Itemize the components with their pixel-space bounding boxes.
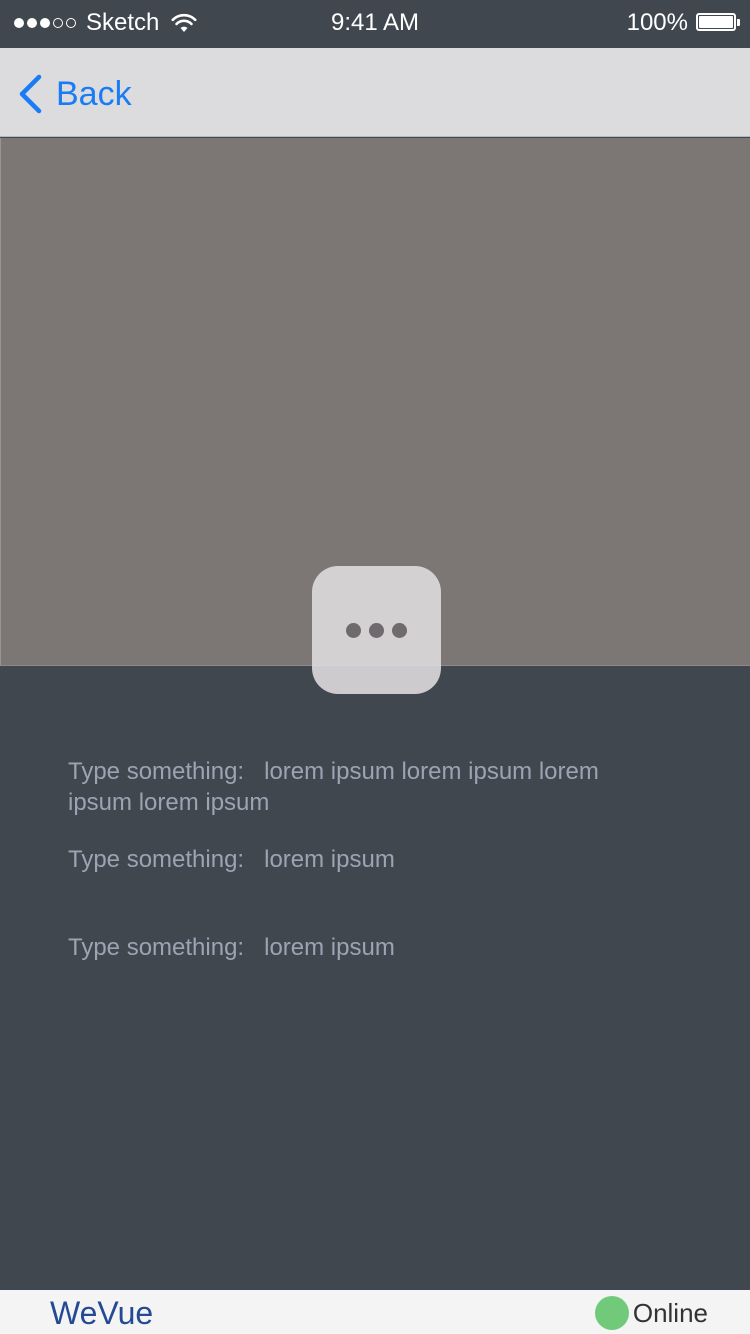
battery-percent: 100% xyxy=(626,9,688,36)
battery-tip xyxy=(737,19,740,26)
battery-fill xyxy=(699,16,733,28)
status-bar: Sketch 9:41 AM 100% xyxy=(0,0,750,48)
online-label: Online xyxy=(632,1298,708,1328)
online-status: Online xyxy=(594,1296,708,1330)
detail-row: Type something: lorem ipsum xyxy=(68,844,668,875)
navigation-bar: Back xyxy=(0,48,750,137)
more-dots-icon xyxy=(346,622,407,638)
detail-value: lorem ipsum xyxy=(264,934,395,961)
more-dot xyxy=(346,622,361,638)
bottom-bar: WeVue Online xyxy=(0,1290,750,1334)
detail-value: lorem ipsum xyxy=(264,846,395,873)
more-options-button[interactable] xyxy=(312,566,441,694)
chevron-left-icon xyxy=(19,74,42,114)
more-dot xyxy=(369,622,384,638)
detail-label: Type something: xyxy=(68,758,245,785)
detail-row: Type something: lorem ipsum lorem ipsum l… xyxy=(68,756,668,818)
brand-logo: WeVue xyxy=(50,1295,154,1331)
detail-row: Type something: lorem ipsum xyxy=(68,932,668,963)
more-dot xyxy=(392,622,407,638)
status-right: 100% xyxy=(627,10,740,36)
back-button[interactable]: Back xyxy=(18,74,132,114)
online-dot-icon xyxy=(594,1296,629,1330)
battery-icon xyxy=(696,13,740,33)
detail-label: Type something: xyxy=(68,934,245,961)
detail-label: Type something: xyxy=(68,846,245,873)
back-label: Back xyxy=(56,75,132,113)
